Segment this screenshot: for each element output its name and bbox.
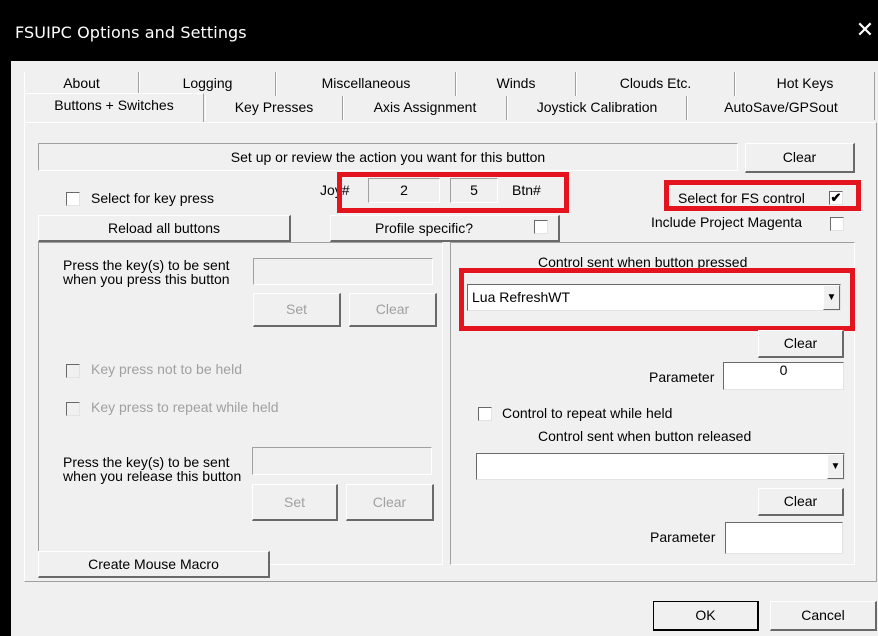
release-keys-label: Press the key(s) to be sent when you rel…	[63, 454, 242, 484]
tab-hot-keys[interactable]: Hot Keys	[735, 72, 875, 96]
tab-clouds[interactable]: Clouds Etc.	[576, 72, 735, 96]
include-project-magenta-label: Include Project Magenta	[651, 214, 802, 230]
tab-key-presses[interactable]: Key Presses	[205, 96, 343, 120]
set-release-button[interactable]: Set	[252, 484, 338, 521]
tab-autosave-gpsout[interactable]: AutoSave/GPSout	[687, 96, 875, 120]
profile-specific-button[interactable]: Profile specific?	[330, 215, 560, 242]
repeat-held-checkbox[interactable]	[66, 402, 80, 416]
chevron-down-icon[interactable]: ▼	[827, 454, 844, 479]
repeat-held-label: Key press to repeat while held	[91, 399, 279, 415]
tab-buttons-switches[interactable]: Buttons + Switches	[24, 93, 204, 122]
top-clear-button[interactable]: Clear	[745, 143, 855, 173]
cancel-button[interactable]: Cancel	[770, 601, 877, 631]
close-icon[interactable]: ✕	[852, 17, 878, 43]
set-press-button[interactable]: Set	[253, 293, 341, 327]
pressed-clear-button[interactable]: Clear	[758, 330, 844, 358]
released-clear-button[interactable]: Clear	[758, 488, 844, 516]
profile-specific-label: Profile specific?	[375, 220, 474, 236]
create-mouse-macro-button[interactable]: Create Mouse Macro	[38, 551, 270, 578]
profile-specific-checkbox[interactable]	[534, 220, 548, 234]
tab-joystick-calibration[interactable]: Joystick Calibration	[507, 96, 687, 120]
release-keys-field	[252, 447, 432, 475]
not-held-label: Key press not to be held	[91, 361, 242, 377]
tab-miscellaneous[interactable]: Miscellaneous	[276, 72, 456, 96]
control-repeat-label: Control to repeat while held	[502, 405, 673, 421]
select-key-press-checkbox[interactable]	[66, 192, 80, 206]
tab-winds[interactable]: Winds	[456, 72, 576, 96]
press-keys-field	[253, 258, 433, 285]
parameter-field[interactable]: 0	[723, 362, 844, 390]
select-key-press-label: Select for key press	[91, 190, 214, 206]
parameter2-field[interactable]	[725, 522, 843, 554]
control-repeat-checkbox[interactable]	[478, 407, 492, 421]
clear-release-button[interactable]: Clear	[346, 484, 434, 521]
tab-axis-assignment[interactable]: Axis Assignment	[343, 96, 507, 120]
parameter2-label: Parameter	[650, 529, 716, 545]
reload-all-buttons-button[interactable]: Reload all buttons	[38, 215, 291, 242]
prompt-bar: Set up or review the action you want for…	[38, 143, 738, 171]
highlight-pressed-control	[459, 268, 855, 331]
highlight-fs-control	[664, 180, 861, 211]
not-held-checkbox[interactable]	[66, 364, 80, 378]
parameter-value: 0	[779, 362, 788, 378]
released-control-label: Control sent when button released	[538, 428, 752, 444]
released-control-select[interactable]: ▼	[476, 453, 845, 480]
clear-press-button[interactable]: Clear	[349, 293, 437, 327]
highlight-joy-btn	[337, 172, 569, 213]
window-title: FSUIPC Options and Settings	[15, 23, 247, 42]
press-keys-label: Press the key(s) to be sent when you pre…	[63, 257, 230, 287]
parameter-label: Parameter	[649, 369, 715, 385]
ok-button[interactable]: OK	[653, 601, 759, 631]
prompt-text: Set up or review the action you want for…	[230, 149, 546, 165]
include-project-magenta-checkbox[interactable]	[830, 217, 844, 231]
